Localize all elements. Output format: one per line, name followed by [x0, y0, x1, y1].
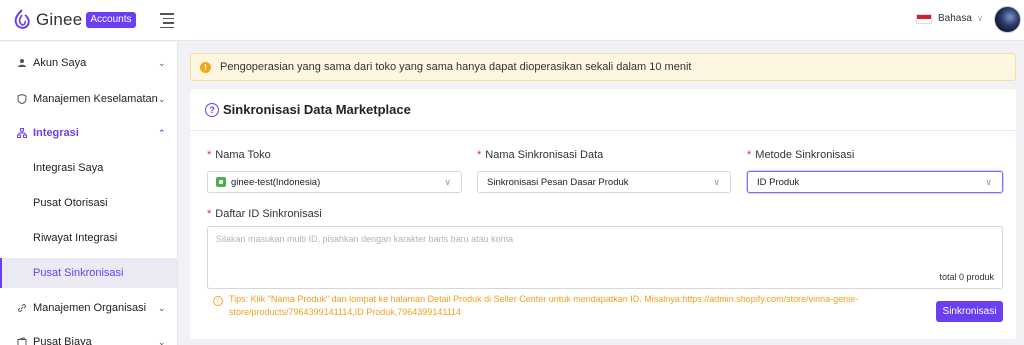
sidebar: Akun Saya ⌄ Manajemen Keselamatan ⌄ Inte… — [0, 42, 178, 345]
chevron-down-icon: ⌄ — [158, 93, 166, 104]
card-header: ? Sinkronisasi Data Marketplace — [190, 89, 1016, 131]
warning-icon: ! — [200, 61, 211, 73]
sync-name-label: * Nama Sinkronisasi Data — [477, 149, 604, 161]
chevron-down-icon: ∨ — [985, 176, 992, 187]
warning-alert: ! Pengoperasian yang sama dari toko yang… — [190, 53, 1016, 81]
chevron-down-icon: ∨ — [713, 176, 720, 187]
sync-name-select[interactable]: Sinkronisasi Pesan Dasar Produk ∨ — [477, 171, 731, 193]
sidebar-item-label: Manajemen Organisasi — [33, 302, 147, 314]
language-label: Bahasa — [938, 13, 972, 24]
logo[interactable]: Ginee Accounts — [12, 9, 136, 31]
id-list-label: * Daftar ID Sinkronisasi — [207, 208, 322, 220]
sync-name-select-value: Sinkronisasi Pesan Dasar Produk — [487, 176, 629, 188]
indonesia-flag-icon — [916, 13, 932, 24]
method-select[interactable]: ID Produk ∨ — [747, 171, 1003, 193]
chevron-down-icon: ⌄ — [158, 336, 166, 345]
sidebar-item-pusat-biaya[interactable]: Pusat Biaya ⌄ — [0, 325, 178, 345]
method-select-value: ID Produk — [757, 176, 800, 188]
sidebar-subitem-label: Riwayat Integrasi — [33, 232, 118, 244]
sidebar-item-label: Integrasi — [33, 127, 79, 139]
shield-icon — [17, 93, 27, 105]
sidebar-item-label: Pusat Biaya — [33, 336, 92, 345]
chevron-up-icon: ⌃ — [158, 127, 166, 138]
id-list-placeholder: Silakan masukan multi ID, pisahkan denga… — [216, 234, 514, 244]
required-marker: * — [477, 149, 482, 161]
sidebar-subitem-label: Pusat Otorisasi — [33, 197, 108, 209]
sidebar-subitem-integrasi-saya[interactable]: Integrasi Saya — [0, 153, 177, 183]
store-select[interactable]: ginee-test(Indonesia) ∨ — [207, 171, 462, 193]
sync-card: ? Sinkronisasi Data Marketplace * Nama To… — [190, 89, 1016, 339]
sidebar-subitem-label: Pusat Sinkronisasi — [33, 267, 124, 279]
alert-text: Pengoperasian yang sama dari toko yang s… — [220, 61, 692, 73]
sitemap-icon — [17, 128, 27, 138]
avatar[interactable] — [994, 6, 1021, 33]
required-marker: * — [207, 208, 212, 220]
method-label: * Metode Sinkronisasi — [747, 149, 855, 161]
store-select-value: ginee-test(Indonesia) — [231, 176, 321, 188]
sync-button[interactable]: Sinkronisasi — [936, 301, 1003, 322]
sidebar-item-integrasi[interactable]: Integrasi ⌃ — [0, 116, 178, 150]
link-icon — [17, 303, 27, 313]
user-icon — [17, 58, 27, 68]
logo-text: Ginee — [36, 10, 83, 29]
sidebar-item-label: Akun Saya — [33, 57, 87, 69]
chevron-down-icon: ⌄ — [158, 302, 166, 313]
top-header: Ginee Accounts Bahasa ∨ — [0, 0, 1024, 41]
sidebar-item-akun-saya[interactable]: Akun Saya ⌄ — [0, 46, 178, 80]
chevron-down-icon: ∨ — [976, 13, 984, 23]
sidebar-item-manajemen-keselamatan[interactable]: Manajemen Keselamatan ⌄ — [0, 82, 178, 116]
required-marker: * — [747, 149, 752, 161]
tips: ! Tips: Klik "Nama Produk" dan lompat ke… — [213, 293, 903, 319]
required-marker: * — [207, 149, 212, 161]
info-icon: ! — [213, 296, 223, 306]
logo-badge: Accounts — [86, 12, 136, 28]
page-title: Sinkronisasi Data Marketplace — [223, 102, 411, 117]
chevron-down-icon: ⌄ — [158, 57, 166, 68]
tips-text: Tips: Klik "Nama Produk" dan lompat ke h… — [229, 294, 859, 317]
ginee-logo-icon — [14, 9, 30, 29]
sidebar-subitem-pusat-sinkronisasi[interactable]: Pusat Sinkronisasi — [0, 258, 177, 288]
id-list-textarea[interactable]: Silakan masukan multi ID, pisahkan denga… — [207, 226, 1003, 289]
product-count: total 0 produk — [939, 272, 994, 282]
chevron-down-icon: ∨ — [444, 176, 451, 187]
wallet-icon — [17, 337, 27, 345]
store-label: * Nama Toko — [207, 149, 271, 161]
shop-icon — [216, 177, 226, 187]
menu-collapse-icon[interactable] — [160, 13, 174, 28]
sidebar-subitem-riwayat-integrasi[interactable]: Riwayat Integrasi — [0, 223, 177, 253]
language-selector[interactable]: Bahasa ∨ — [916, 13, 984, 24]
help-icon[interactable]: ? — [205, 102, 219, 117]
sidebar-item-manajemen-organisasi[interactable]: Manajemen Organisasi ⌄ — [0, 291, 178, 325]
sidebar-item-label: Manajemen Keselamatan — [33, 93, 158, 105]
sidebar-subitem-label: Integrasi Saya — [33, 162, 104, 174]
sidebar-subitem-pusat-otorisasi[interactable]: Pusat Otorisasi — [0, 188, 177, 218]
